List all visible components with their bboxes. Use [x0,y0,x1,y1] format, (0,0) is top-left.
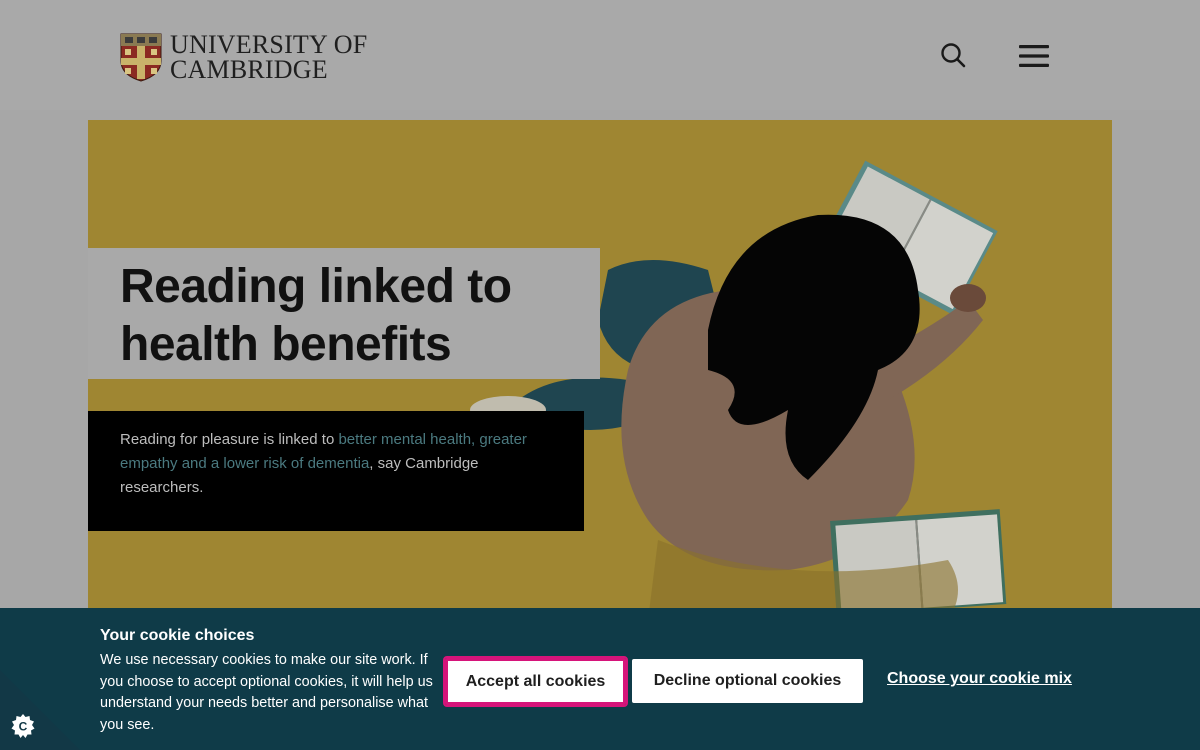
logo-wordmark: UNIVERSITY OF CAMBRIDGE [170,30,368,84]
hamburger-menu-icon [1019,45,1049,67]
summary-text-start: Reading for pleasure is linked to [120,431,339,448]
university-logo[interactable]: UNIVERSITY OF CAMBRIDGE [120,30,368,84]
accept-all-cookies-button[interactable]: Accept all cookies [443,656,628,707]
choose-cookie-mix-link[interactable]: Choose your cookie mix [887,670,1072,688]
decline-optional-cookies-button[interactable]: Decline optional cookies [632,659,863,703]
cookie-settings-icon[interactable]: C [10,713,36,739]
menu-button[interactable] [1016,40,1052,72]
page-title: Reading linked to health benefits [120,260,512,371]
cookie-banner: Your cookie choices We use necessary coo… [0,608,1200,750]
summary-panel: Reading for pleasure is linked to better… [88,411,584,531]
cookie-banner-text: We use necessary cookies to make our sit… [100,652,433,733]
search-button[interactable] [938,40,970,72]
headline-panel: Reading linked to health benefits [88,248,600,379]
logo-line-2: CAMBRIDGE [170,55,328,84]
site-header: UNIVERSITY OF CAMBRIDGE [0,0,1200,110]
cookie-banner-title: Your cookie choices [100,627,255,644]
logo-line-1: UNIVERSITY OF [170,30,368,59]
university-crest-icon [120,33,162,82]
hero-summary: Reading for pleasure is linked to better… [120,428,552,500]
svg-text:C: C [19,720,28,734]
search-icon [941,43,966,68]
